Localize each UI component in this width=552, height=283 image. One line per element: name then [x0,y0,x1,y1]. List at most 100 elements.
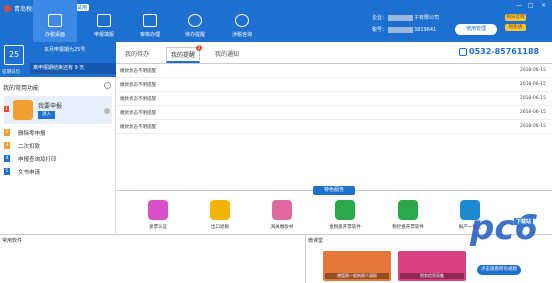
section-title: 特色服务 [313,186,355,195]
video-title: 税务信息采集 [400,273,464,279]
service-tax-control-software[interactable]: 税控盘开票软件 [388,200,428,232]
featured-services-header: 特色服务 [116,186,552,195]
service-export-refund[interactable]: 出口退税 [200,200,240,232]
item-label: 二次扣款 [18,144,41,150]
table-row[interactable]: 缴款状态不明提醒 2018-06-15 [116,106,552,120]
service-customs-payment[interactable]: 海关缴款书 [262,200,302,232]
message-text: 缴款状态不明提醒 [120,83,156,88]
calendar-label: 征期日历 [2,70,20,75]
video-thumbnail[interactable]: 税务信息采集 [398,251,466,281]
tax-disk-icon [335,200,355,220]
service-label: 发票认证 [149,225,167,230]
item-number: 3 [4,142,10,149]
home-icon [48,14,62,27]
redacted-tax-id [388,26,414,33]
watermark-subtext: 下载站 [514,218,534,225]
watermark-logo: pc6 下载站 [470,208,538,248]
service-label: 出口退税 [211,225,229,230]
common-software-title: 常用软件 [2,238,23,244]
app-window: 青岛税务免费客户端 试用 办税桌面 申报填报 审核办理 待办提醒 涉税咨询 企业… [0,0,552,283]
message-date: 2018-06-15 [519,82,546,87]
table-row[interactable]: 缴款状态不明提醒 2018-06-15 [116,78,552,92]
person-icon [188,14,202,27]
redacted-company [388,14,414,21]
minimize-icon[interactable]: — [516,2,522,9]
enter-button[interactable]: 进入 [38,111,55,119]
company-info: 企业： 子有限公司 [372,14,439,21]
watermark-text: pc6 [470,208,539,248]
message-text: 缴款状态不明提醒 [120,111,156,116]
app-logo-icon [4,5,11,12]
nav-item-consult[interactable]: 涉税咨询 [220,0,264,42]
gear-icon[interactable] [104,82,111,89]
nav-item-desktop[interactable]: 办税桌面 [33,0,77,42]
tax-bureau-site-link[interactable]: 税局官网 [505,14,526,21]
message-date: 2018-06-15 [519,68,546,73]
tab-todo[interactable]: 我的待办 [125,49,149,58]
list-item[interactable]: 3 二次扣款 [4,141,114,151]
deadline-text: 本月申报期为25号 [44,47,86,53]
tax-info: 税号： 3819641 [372,26,436,33]
common-functions-title: 我的常用功能 [3,85,40,92]
nav-label: 待办提醒 [184,32,205,38]
list-item[interactable]: 5 文书申请 [4,167,114,177]
video-thumbnail[interactable]: 增值税一般纳税人填报 [323,251,391,281]
document-icon [272,200,292,220]
audit-icon [143,14,157,27]
coins-icon [210,200,230,220]
item-number: 1 [4,106,9,112]
message-text: 缴款状态不明提醒 [120,97,156,102]
featured-function-declare[interactable]: 1 我要申报 进入 [4,96,112,124]
nav-item-declare[interactable]: 申报填报 [82,0,126,42]
tax-suffix: 3819641 [414,27,437,33]
nav-label: 审核办理 [139,32,160,38]
service-label: 金税盘开票软件 [329,225,361,230]
message-text: 缴款状态不明提醒 [120,69,156,74]
table-row[interactable]: 缴款状态不明提醒 2018-06-15 [116,92,552,106]
service-label: 税控盘开票软件 [392,225,424,230]
item-label: 文书申请 [18,170,41,176]
tax-link-button[interactable]: 税税通 [505,24,526,31]
list-item[interactable]: 2 删除零申报 [4,128,114,138]
video-title: 增值税一般纳税人填报 [325,273,389,279]
form-icon [97,14,111,27]
company-suffix: 子有限公司 [414,15,440,21]
tab-reminders[interactable]: 我的提醒 5 [166,45,203,63]
featured-label: 我要申报 [38,103,63,110]
left-panel: 25 征期日历 本月申报期为25号 离申报期结束还有 9 天 我的常用功能 1 … [0,42,116,234]
invoice-check-icon [148,200,168,220]
service-golden-tax-software[interactable]: 金税盘开票软件 [325,200,365,232]
message-date: 2018-06-15 [519,124,546,129]
maximize-icon[interactable]: □ [528,2,534,9]
remove-icon[interactable] [104,108,110,114]
tab-notices[interactable]: 我的通知 [215,49,239,58]
close-icon[interactable]: × [541,2,546,9]
service-invoice-auth[interactable]: 发票认证 [138,200,178,232]
message-text: 缴款状态不明提醒 [120,125,156,130]
table-row[interactable]: 缴款状态不明提醒 2018-06-15 [116,64,552,78]
tax-disk-icon [398,200,418,220]
nav-item-todo[interactable]: 待办提醒 [173,0,217,42]
tax-calendar[interactable]: 25 征期日历 本月申报期为25号 离申报期结束还有 9 天 [0,42,116,77]
item-label: 删除零申报 [18,131,46,137]
account-manage-button[interactable]: 使用管理 [455,24,497,35]
nav-item-audit[interactable]: 审核办理 [128,0,172,42]
days-remaining: 离申报期结束还有 9 天 [30,63,116,74]
table-row[interactable]: 缴款状态不明提醒 2018-06-15 [116,120,552,134]
micro-class-title: 微课堂 [308,238,324,244]
nav-label: 申报填报 [93,32,114,38]
watch-all-videos-button[interactable]: 点击观看所有视频 [477,265,521,275]
calendar-day: 25 [8,50,20,59]
service-label: 海关缴款书 [270,225,294,230]
hotline: 0532-85761188 [459,47,539,56]
nav-label: 办税桌面 [44,32,65,38]
chat-icon [235,14,249,27]
list-item[interactable]: 4 申报查询及打印 [4,154,114,164]
top-navigation-bar: 青岛税务免费客户端 试用 办税桌面 申报填报 审核办理 待办提醒 涉税咨询 企业… [0,0,552,42]
hotline-number: 0532-85761188 [469,47,540,56]
tax-label: 税号： [372,27,388,33]
item-number: 2 [4,129,10,136]
nav-label: 涉税咨询 [231,32,252,38]
item-number: 5 [4,168,10,175]
company-label: 企业： [372,15,388,21]
